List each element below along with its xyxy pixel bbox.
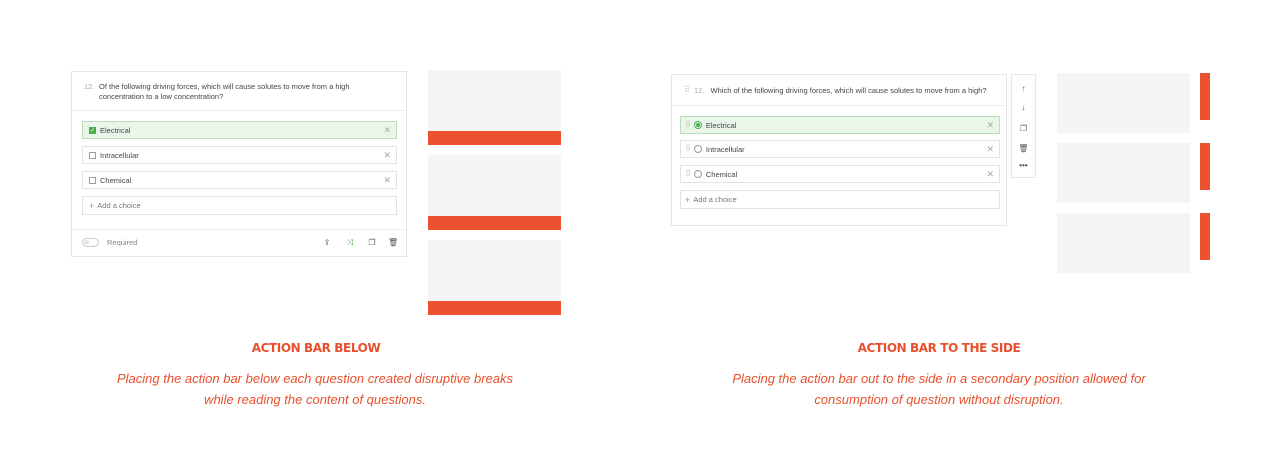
checkbox-checked-icon[interactable]: ✓ [89,126,96,134]
drag-handle-icon[interactable]: ⠿ [685,145,691,153]
add-choice-button[interactable]: + Add a choice [680,190,1000,209]
shuffle-icon[interactable]: ⤨ [345,238,355,248]
question-number: 12. [694,86,705,95]
question-block [428,155,561,216]
question-block [1057,213,1190,273]
question-block [1057,143,1190,203]
arrow-up-icon[interactable]: ↑ [1012,84,1035,94]
remove-choice-icon[interactable]: ✕ [986,144,994,154]
question-title[interactable]: 12. Which of the following driving force… [694,86,994,96]
question-text: Of the following driving forces, which w… [99,82,350,101]
remove-choice-icon[interactable]: ✕ [383,150,391,160]
action-bar-block [428,216,561,230]
action-bar-block [428,301,561,315]
choice-label: Intracellular [100,150,139,160]
required-label: Required [107,238,138,247]
plus-icon: + [685,194,691,205]
remove-choice-icon[interactable]: ✕ [383,125,391,135]
choice-item-chemical[interactable]: ⠿ Chemical ✕ [680,165,1000,183]
question-title[interactable]: 12. Of the following driving forces, whi… [84,82,396,102]
radio-icon[interactable] [693,145,702,153]
divider [672,105,1006,106]
choice-item-intracellular[interactable]: ⠿ Intracellular ✕ [680,140,1000,158]
trash-icon[interactable]: 🗑 [388,238,398,248]
checkbox-icon[interactable] [89,151,96,159]
required-toggle[interactable] [82,238,99,247]
remove-choice-icon[interactable]: ✕ [986,120,994,130]
question-text: Which of the following driving forces, w… [710,86,987,95]
drag-handle-icon[interactable]: ⠿ [685,170,691,178]
remove-choice-icon[interactable]: ✕ [383,175,391,185]
choice-label: Chemical [705,169,738,179]
drag-handle-icon[interactable]: ⠿ [684,86,690,94]
caption-title-below: ACTION BAR BELOW [251,341,381,355]
export-icon[interactable]: ⇪ [322,238,332,248]
arrow-down-icon[interactable]: ↓ [1012,103,1035,113]
caption-text-side: Placing the action bar out to the side i… [732,371,1146,407]
choice-label: Electrical [705,120,737,130]
caption-text-below: Placing the action bar below each questi… [116,371,514,407]
add-choice-label: Add a choice [693,195,737,204]
action-bar-block [1200,143,1210,190]
question-block [1057,73,1190,133]
add-choice-label: Add a choice [97,201,141,210]
checkbox-icon[interactable] [89,176,96,184]
plus-icon: + [89,200,95,211]
action-bar-block [428,131,561,145]
more-icon[interactable]: ••• [1012,161,1035,171]
add-choice-button[interactable]: + Add a choice [82,196,397,215]
question-number: 12. [84,82,95,91]
remove-choice-icon[interactable]: ✕ [986,169,994,179]
trash-icon[interactable]: 🗑 [1012,144,1035,154]
question-card-side: ⠿ 12. Which of the following driving for… [671,74,1007,226]
action-bar-block [1200,73,1210,120]
choice-item-chemical[interactable]: Chemical ✕ [82,171,397,189]
radio-selected-icon[interactable] [693,121,702,129]
choice-label: Intracellular [705,144,745,154]
question-card-below: 12. Of the following driving forces, whi… [71,71,407,257]
question-block [428,70,561,131]
choice-label: Electrical [100,125,131,135]
choice-label: Chemical [100,175,132,185]
caption-title-side: ACTION BAR TO THE SIDE [857,341,1021,355]
radio-icon[interactable] [693,170,702,178]
drag-handle-icon[interactable]: ⠿ [685,121,691,129]
side-action-bar: ↑ ↓ ❐ 🗑 ••• [1011,74,1036,178]
action-bar-block [1200,213,1210,260]
duplicate-icon[interactable]: ❐ [367,238,377,248]
choice-item-intracellular[interactable]: Intracellular ✕ [82,146,397,164]
choice-item-electrical[interactable]: ✓ Electrical ✕ [82,121,397,139]
duplicate-icon[interactable]: ❐ [1012,124,1035,134]
divider [72,110,406,111]
question-block [428,240,561,301]
choice-item-electrical[interactable]: ⠿ Electrical ✕ [680,116,1000,134]
divider [72,229,406,230]
